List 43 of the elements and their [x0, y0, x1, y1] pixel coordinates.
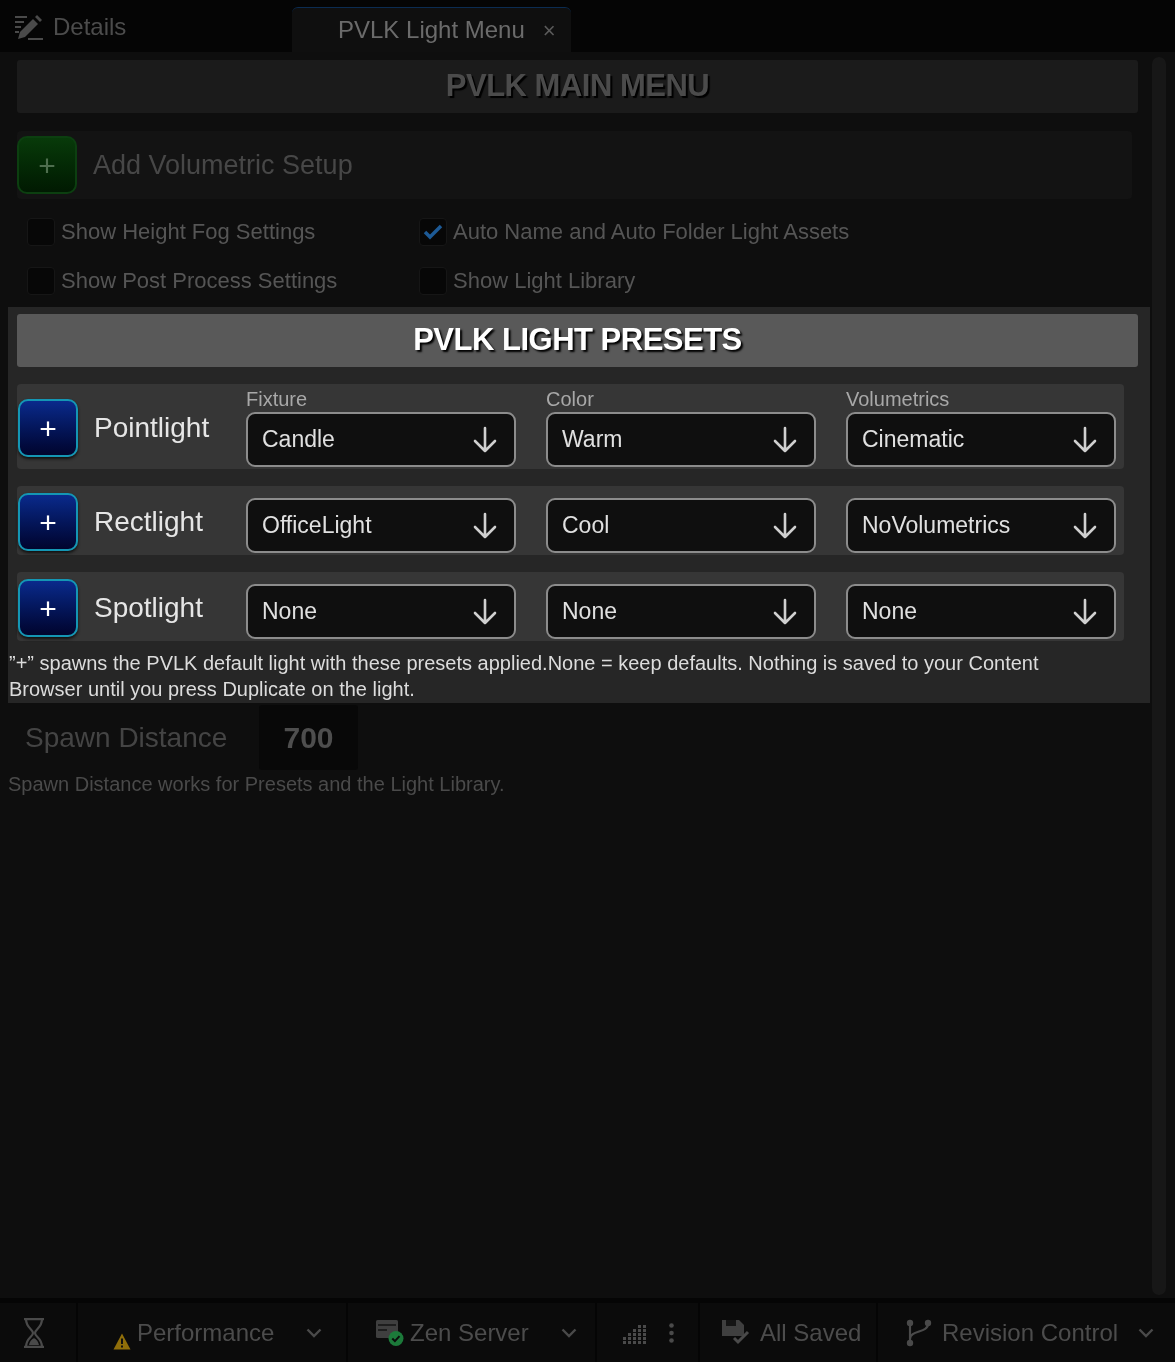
arrow-down-icon: [772, 597, 798, 626]
preset-dropdown[interactable]: None: [546, 584, 816, 639]
section-title: PVLK LIGHT PRESETS: [413, 321, 742, 360]
preset-dropdown[interactable]: NoVolumetrics: [846, 498, 1116, 553]
floppy-check-icon: [722, 1319, 750, 1346]
check-icon: [423, 223, 443, 240]
column-label: Volumetrics: [846, 389, 951, 409]
spawn-button[interactable]: +: [18, 579, 78, 637]
light-type-label: Rectlight: [94, 505, 204, 539]
arrow-down-icon: [772, 511, 798, 540]
light-type-label: Pointlight: [94, 411, 211, 445]
branch-icon: [906, 1318, 932, 1347]
light-type-label: Spotlight: [94, 591, 204, 625]
spawn-button[interactable]: +: [18, 399, 78, 457]
preset-dropdown[interactable]: OfficeLight: [246, 498, 516, 553]
preset-dropdown[interactable]: Candle: [246, 412, 516, 467]
presets-note: ”+” spawns the PVLK default light with these presets applied.None = keep defaults. Nothing is saved to your Content Browser until you press Duplicate on the light.: [8, 651, 1040, 702]
preset-dropdown[interactable]: Warm: [546, 412, 816, 467]
arrow-down-icon: [1072, 597, 1098, 626]
arrow-down-icon: [1072, 425, 1098, 454]
server-check-icon: [376, 1319, 404, 1346]
checkbox-label: Show Light Library: [453, 267, 636, 295]
warning-icon: [113, 1332, 131, 1350]
column-label: Color: [546, 389, 595, 409]
tab[interactable]: PVLK Light Menu ×: [292, 7, 571, 52]
arrow-down-icon: [1072, 511, 1098, 540]
arrow-down-icon: [772, 425, 798, 454]
preset-dropdown[interactable]: Cinematic: [846, 412, 1116, 467]
checkbox-label: Show Post Process Settings: [61, 267, 338, 295]
arrow-down-icon: [472, 597, 498, 626]
column-label: Fixture: [246, 389, 309, 409]
spawn-button[interactable]: +: [18, 493, 78, 551]
checkbox-label: Auto Name and Auto Folder Light Assets: [453, 218, 850, 246]
spawn-distance-note: Spawn Distance works for Presets and the Light Library.: [8, 772, 506, 797]
preset-dropdown[interactable]: None: [246, 584, 516, 639]
more-options-icon[interactable]: [669, 1322, 674, 1343]
pencil-icon: [15, 14, 43, 40]
arrow-down-icon: [472, 425, 498, 454]
checkbox-label: Show Height Fog Settings: [61, 218, 316, 246]
preset-dropdown[interactable]: None: [846, 584, 1116, 639]
preset-dropdown[interactable]: Cool: [546, 498, 816, 553]
hourglass-icon[interactable]: [22, 1317, 46, 1348]
arrow-down-icon: [472, 511, 498, 540]
